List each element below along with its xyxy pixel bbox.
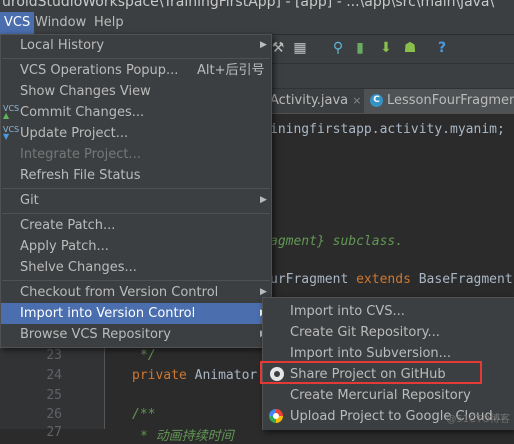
menu-item-import-cvs[interactable]: Import into CVS...: [263, 301, 514, 322]
menu-item-show-changes[interactable]: Show Changes View: [1, 81, 271, 102]
menu-help[interactable]: Help: [90, 12, 128, 34]
tab-activity[interactable]: Activity.java ×: [264, 89, 372, 113]
vcs-commit-icon: VCS ▲: [3, 104, 20, 120]
menu-item-update[interactable]: VCS ▼ Update Project...: [1, 123, 271, 144]
sync-gradle-icon[interactable]: ⚲: [330, 40, 346, 56]
project-structure-icon[interactable]: ⚒: [270, 40, 286, 56]
code-line: private Animator: [132, 368, 257, 383]
android-device-monitor-icon[interactable]: ☗: [402, 40, 418, 56]
menu-item-create-mercurial[interactable]: Create Mercurial Repository: [263, 385, 514, 406]
menu-separator: [2, 213, 270, 214]
menu-item-local-history[interactable]: Local History ▶: [1, 35, 271, 56]
javadoc-line: agment} subclass.: [270, 234, 404, 249]
class-name: urFragment: [270, 272, 349, 287]
window-title: uroidStudioWorkspace\TrainingFirstApp] -…: [2, 0, 495, 10]
menu-item-apply-patch[interactable]: Apply Patch...: [1, 236, 271, 257]
menu-separator: [2, 280, 270, 281]
code-line: * 动画持续时间: [140, 429, 234, 444]
line-number: 27: [46, 425, 62, 440]
code-line: /**: [132, 407, 156, 422]
line-number: 26: [46, 407, 62, 422]
avd-manager-icon[interactable]: ▮: [352, 40, 368, 56]
line-number: 23: [46, 348, 62, 363]
menu-item-browse-repository[interactable]: Browse VCS Repository▶: [1, 324, 271, 345]
menu-item-refresh[interactable]: Refresh File Status: [1, 165, 271, 186]
menu-item-operations-popup[interactable]: VCS Operations Popup... Alt+后引号: [1, 60, 271, 81]
menu-item-integrate: Integrate Project...: [20, 147, 141, 162]
google-cloud-icon: [269, 409, 283, 423]
extends-keyword: extends: [356, 272, 411, 287]
window-title-bar: uroidStudioWorkspace\TrainingFirstApp] -…: [0, 0, 514, 12]
tab-label: LessonFourFragment.j: [387, 93, 514, 108]
tab-label: Activity.java: [270, 93, 349, 108]
base-class: BaseFragment: [418, 272, 513, 287]
menu-vcs[interactable]: VCS: [0, 12, 35, 34]
menu-item-checkout[interactable]: Checkout from Version Control ▶: [1, 282, 271, 303]
highlight-callout: [260, 361, 482, 384]
menu-item-git[interactable]: Git ▶: [1, 190, 271, 211]
menu-item-shelve[interactable]: Shelve Changes...: [1, 257, 271, 278]
package-line: iningfirstapp.activity.myanim;: [270, 122, 505, 137]
submenu-arrow-icon: ▶: [260, 195, 267, 205]
sdk-manager-icon[interactable]: ⬇: [378, 40, 394, 56]
menu-item-import-into-vcs[interactable]: Import into Version Control▶: [1, 303, 271, 324]
vcs-update-icon: VCS ▼: [3, 125, 20, 141]
tab-lesson-four[interactable]: C LessonFourFragment.j: [364, 89, 514, 113]
menu-item-commit[interactable]: VCS ▲ Commit Changes...: [1, 102, 271, 123]
class-icon: C: [370, 94, 383, 107]
code-line: */: [140, 348, 156, 363]
menu-item-create-patch[interactable]: Create Patch...: [1, 215, 271, 236]
line-number: 24: [46, 368, 62, 383]
vcs-menu: Local History ▶ VCS Operations Popup... Al…: [0, 34, 272, 348]
line-number: 25: [46, 388, 62, 403]
submenu-arrow-icon: ▶: [260, 40, 267, 50]
menu-item-create-git-repo[interactable]: Create Git Repository...: [263, 322, 514, 343]
close-icon[interactable]: ×: [352, 94, 361, 107]
menu-separator: [2, 188, 270, 189]
sdk-icon[interactable]: ▦: [292, 40, 308, 56]
menu-bar: VCS Window Help: [0, 12, 514, 35]
class-declaration: urFragment extends BaseFragment: [270, 272, 513, 287]
help-icon[interactable]: ?: [434, 40, 450, 56]
field-type: Animator: [194, 368, 258, 383]
menu-separator: [2, 58, 270, 59]
private-keyword: private: [132, 368, 187, 383]
watermark: @51CTO博客: [446, 414, 510, 425]
menu-window[interactable]: Window: [31, 12, 90, 34]
